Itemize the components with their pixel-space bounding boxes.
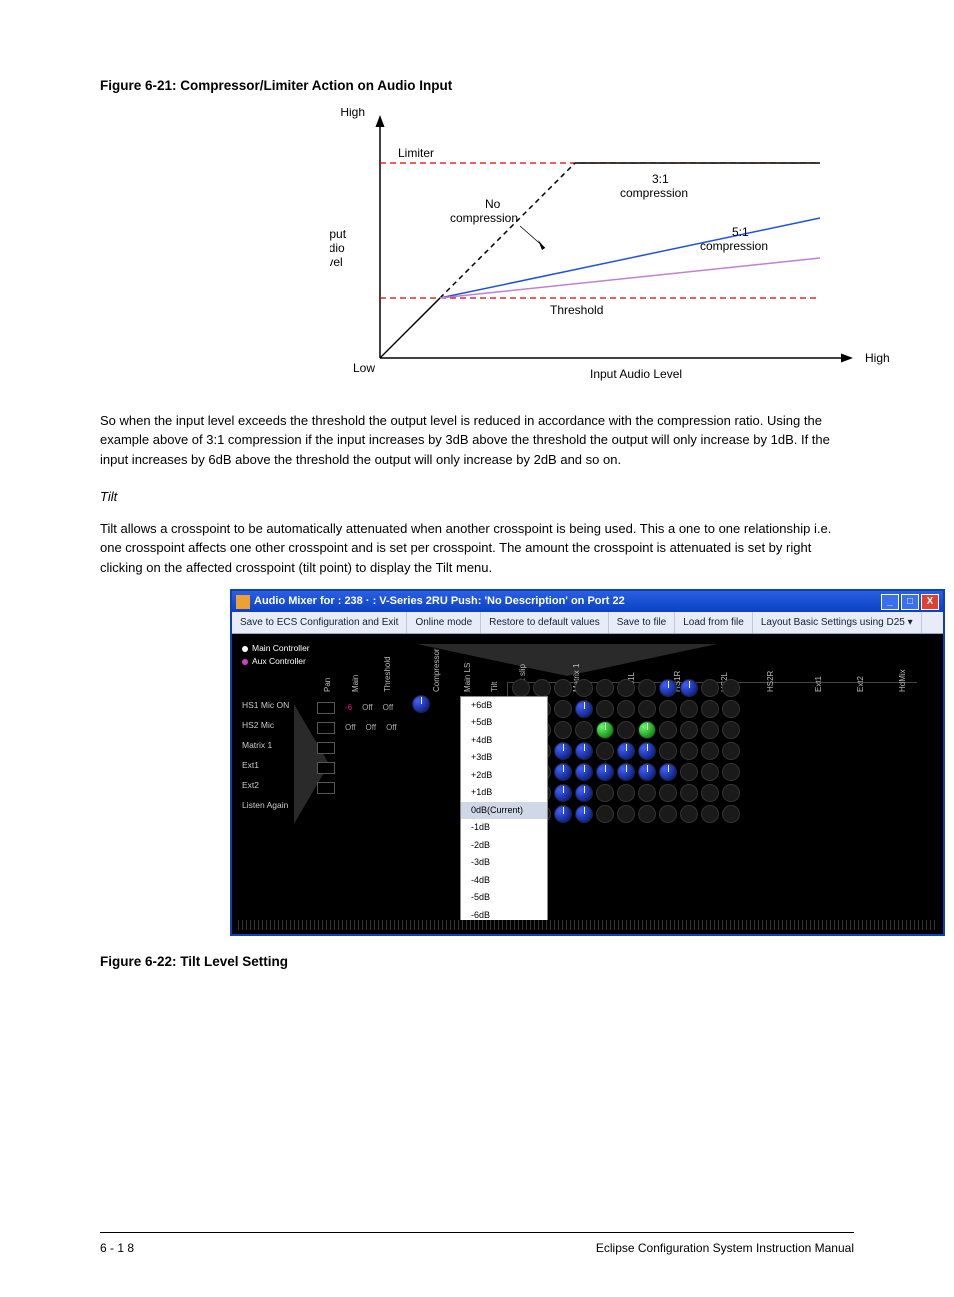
figure-caption-2: Figure 6-22: Tilt Level Setting [100, 952, 854, 972]
legend: Main Controller Aux Controller [242, 642, 310, 669]
figure-caption-1: Figure 6-21: Compressor/Limiter Action o… [100, 76, 854, 96]
toolbar: Save to ECS Configuration and Exit Onlin… [232, 612, 943, 634]
toolbar-load-file[interactable]: Load from file [675, 612, 753, 633]
svg-text:Nocompression: Nocompression [450, 197, 518, 225]
tilt-option[interactable]: -4dB [461, 872, 547, 890]
ruler [238, 920, 937, 930]
svg-text:Input Audio Level: Input Audio Level [590, 367, 682, 381]
manual-title: Eclipse Configuration System Instruction… [596, 1239, 854, 1257]
param-box[interactable] [317, 742, 335, 754]
row-labels: HS1 Mic ON HS2 Mic Matrix 1 Ext1 Ext2 Li… [242, 699, 289, 819]
tilt-option[interactable]: +2dB [461, 767, 547, 785]
param-box[interactable] [317, 722, 335, 734]
svg-text:3:1compression: 3:1compression [620, 172, 688, 200]
toolbar-online-mode[interactable]: Online mode [407, 612, 481, 633]
window-title: Audio Mixer for : 238 · : V-Series 2RU P… [254, 593, 625, 610]
body-paragraph-1: So when the input level exceeds the thre… [100, 411, 854, 470]
tilt-option[interactable]: +6dB [461, 697, 547, 715]
tilt-knob[interactable] [412, 695, 430, 713]
page-number: 6 - 1 8 [100, 1239, 134, 1257]
tilt-option[interactable]: -1dB [461, 819, 547, 837]
input-param-boxes: -6OffOff OffOffOff [317, 698, 397, 798]
toolbar-restore-defaults[interactable]: Restore to default values [481, 612, 609, 633]
toolbar-save-exit[interactable]: Save to ECS Configuration and Exit [232, 612, 407, 633]
window-titlebar[interactable]: Audio Mixer for : 238 · : V-Series 2RU P… [232, 591, 943, 612]
param-box[interactable] [317, 762, 335, 774]
subhead-tilt: Tilt [100, 487, 854, 507]
svg-text:OutputAudiolevel: OutputAudiolevel [330, 227, 347, 269]
x-low-label: Low [353, 361, 375, 375]
toolbar-layout-settings[interactable]: Layout Basic Settings using D25 ▾ [753, 612, 922, 633]
tilt-option[interactable]: +3dB [461, 749, 547, 767]
x-high-label: High [865, 351, 890, 365]
y-high-label: High [340, 108, 365, 119]
tilt-option[interactable]: -3dB [461, 854, 547, 872]
tilt-dropdown-menu[interactable]: +6dB +5dB +4dB +3dB +2dB +1dB 0dB(Curren… [460, 696, 548, 926]
tilt-option[interactable]: +1dB [461, 784, 547, 802]
close-button[interactable]: X [921, 594, 939, 610]
tilt-option[interactable]: +5dB [461, 714, 547, 732]
tilt-option[interactable]: -2dB [461, 837, 547, 855]
param-box[interactable] [317, 782, 335, 794]
tilt-option-selected[interactable]: 0dB(Current) [461, 802, 547, 820]
svg-text:Limiter: Limiter [398, 146, 434, 160]
app-icon [236, 595, 250, 609]
maximize-button[interactable]: □ [901, 594, 919, 610]
tilt-option[interactable]: +4dB [461, 732, 547, 750]
param-box[interactable] [317, 702, 335, 714]
tilt-option[interactable]: -5dB [461, 889, 547, 907]
audio-mixer-window: Audio Mixer for : 238 · : V-Series 2RU P… [230, 589, 945, 936]
body-paragraph-2: Tilt allows a crosspoint to be automatic… [100, 519, 854, 578]
toolbar-save-file[interactable]: Save to file [609, 612, 675, 633]
compressor-chart: High Low High OutputAudiolevel Input Aud… [330, 108, 854, 399]
minimize-button[interactable]: _ [881, 594, 899, 610]
mixer-canvas: Main Controller Aux Controller Pan Main … [232, 634, 943, 934]
svg-text:5:1compression: 5:1compression [700, 225, 768, 253]
svg-text:Threshold: Threshold [550, 303, 603, 317]
page-footer: 6 - 1 8 Eclipse Configuration System Ins… [100, 1232, 854, 1257]
